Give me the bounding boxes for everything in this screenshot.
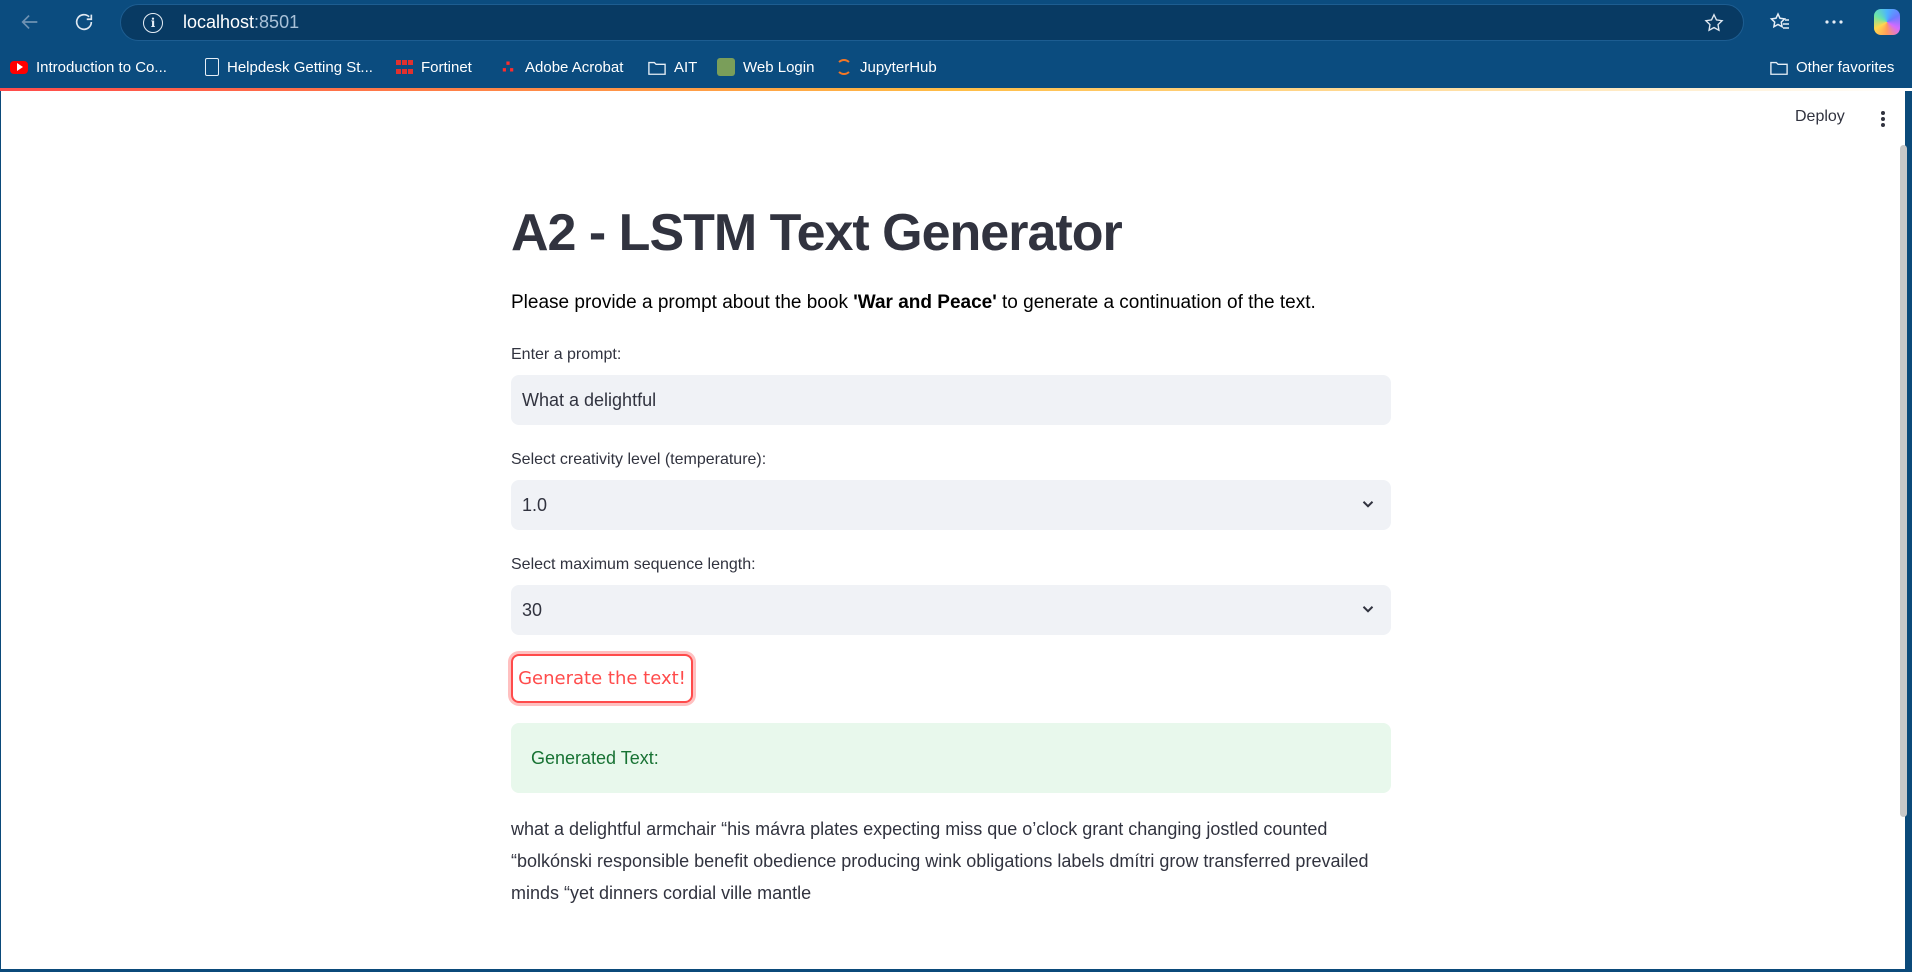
bookmark-web-login[interactable]: Web Login — [717, 55, 814, 79]
temperature-selected-value: 1.0 — [522, 494, 548, 515]
chevron-down-icon — [1362, 501, 1374, 508]
sequence-length-label: Select maximum sequence length: — [511, 556, 756, 573]
bookmark-jupyterhub[interactable]: JupyterHub — [836, 55, 937, 79]
bookmark-label: Other favorites — [1796, 58, 1895, 76]
bookmark-label: Fortinet — [421, 58, 472, 76]
page-description: Please provide a prompt about the book '… — [511, 292, 1316, 313]
bookmark-ait[interactable]: AIT — [648, 55, 697, 79]
page-title: A2 - LSTM Text Generator — [511, 204, 1123, 262]
sequence-length-select[interactable]: 30 — [511, 585, 1391, 635]
chevron-down-icon — [1362, 606, 1374, 613]
generate-text-button[interactable]: Generate the text! — [511, 654, 693, 703]
kebab-dot-icon — [1881, 117, 1885, 121]
bookmark-label: Helpdesk Getting St... — [227, 58, 373, 76]
web-login-icon — [717, 58, 735, 76]
generated-text-heading: Generated Text: — [531, 747, 659, 768]
document-icon — [205, 58, 219, 76]
refresh-icon — [75, 13, 93, 31]
prompt-input[interactable]: What a delightful — [511, 375, 1391, 425]
bookmark-other-favorites[interactable]: Other favorites — [1770, 55, 1894, 79]
sequence-length-selected-value: 30 — [522, 599, 543, 620]
browser-toolbar: i localhost:8501 — [0, 0, 1912, 44]
bookmark-label: Web Login — [743, 58, 815, 76]
temperature-label: Select creativity level (temperature): — [511, 451, 767, 468]
youtube-icon — [10, 60, 28, 74]
bookmarks-bar: Introduction to Co... Helpdesk Getting S… — [0, 50, 1912, 84]
folder-icon — [1770, 58, 1788, 76]
page-scrollbar[interactable] — [1900, 145, 1907, 817]
prompt-label: Enter a prompt: — [511, 346, 622, 363]
favorite-star-icon[interactable] — [1703, 12, 1725, 34]
temperature-select[interactable]: 1.0 — [511, 480, 1391, 530]
kebab-dot-icon — [1881, 111, 1885, 115]
bookmark-introduction[interactable]: Introduction to Co... — [10, 55, 167, 79]
arrow-left-icon — [21, 14, 38, 30]
adobe-acrobat-icon: ∴ — [501, 56, 515, 77]
jupyter-icon — [836, 59, 852, 75]
refresh-button[interactable] — [68, 6, 100, 38]
deploy-button[interactable]: Deploy — [1795, 108, 1845, 126]
address-bar[interactable]: i localhost:8501 — [120, 4, 1744, 41]
bookmark-fortinet[interactable]: Fortinet — [396, 55, 472, 79]
bookmark-label: AIT — [674, 58, 698, 76]
browser-chrome: i localhost:8501 Introduction to Co... H… — [0, 0, 1912, 91]
bookmark-label: Introduction to Co... — [36, 58, 167, 76]
bookmark-label: JupyterHub — [860, 58, 937, 76]
bookmark-helpdesk[interactable]: Helpdesk Getting St... — [205, 55, 373, 79]
bookmark-adobe-acrobat[interactable]: ∴ Adobe Acrobat — [499, 55, 624, 79]
main-menu-button[interactable] — [1875, 107, 1891, 131]
fortinet-icon — [396, 58, 413, 76]
back-button[interactable] — [14, 6, 46, 38]
copilot-icon[interactable] — [1874, 9, 1900, 35]
generated-text-output: what a delightful armchair “his mávra pl… — [511, 819, 1369, 903]
generated-text-alert: Generated Text: — [511, 723, 1391, 793]
ellipsis-icon — [1825, 20, 1843, 24]
kebab-dot-icon — [1881, 123, 1885, 127]
favorites-list-icon — [1769, 12, 1789, 29]
more-menu-button[interactable] — [1822, 10, 1846, 34]
favorites-button[interactable] — [1768, 10, 1792, 34]
site-info-icon[interactable]: i — [143, 12, 163, 33]
bookmark-label: Adobe Acrobat — [525, 58, 624, 76]
url-text: localhost:8501 — [183, 12, 300, 32]
folder-icon — [648, 58, 666, 76]
